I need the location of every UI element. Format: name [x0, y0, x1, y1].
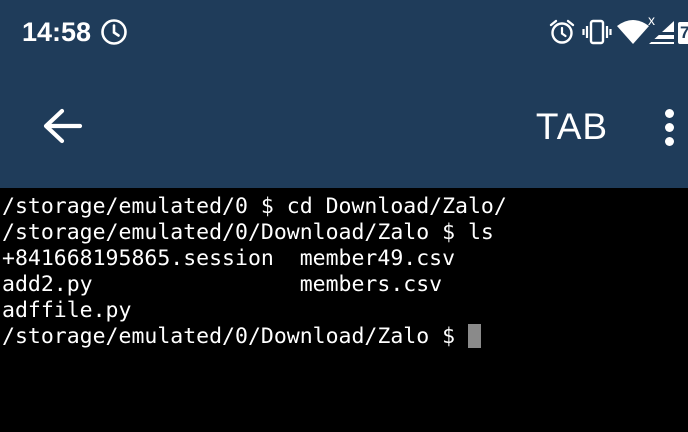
overflow-dot	[665, 123, 674, 132]
signal-label: x	[648, 12, 655, 28]
tab-button[interactable]: TAB	[520, 102, 624, 152]
terminal-prompt-line[interactable]: /storage/emulated/0/Download/Zalo $	[0, 324, 688, 350]
overflow-dot	[665, 109, 674, 118]
vibrate-icon	[582, 19, 612, 45]
terminal-cursor	[468, 324, 481, 348]
status-time: 14:58	[22, 17, 92, 47]
terminal-line: adffile.py	[2, 298, 132, 323]
terminal-line: add2.py members.csv	[2, 272, 443, 297]
status-icons: x 7	[544, 12, 688, 48]
terminal-output[interactable]: /storage/emulated/0 $ cd Download/Zalo/ …	[0, 188, 688, 432]
overflow-dot	[665, 137, 674, 146]
arrow-left-icon[interactable]	[40, 106, 84, 146]
alarm-icon	[549, 19, 575, 44]
screen: 14:58 x 7 TAB /storage/emulated/0 $ cd D…	[0, 0, 688, 432]
more-vertical-icon[interactable]	[656, 102, 684, 152]
clock-icon	[101, 19, 127, 45]
terminal-line: +841668195865.session member49.csv	[2, 246, 456, 271]
battery-icon: 7	[678, 22, 688, 44]
status-bar: 14:58 x 7	[0, 0, 688, 64]
terminal-line: /storage/emulated/0/Download/Zalo $ ls	[2, 220, 494, 245]
wifi-icon	[617, 20, 649, 44]
terminal-prompt: /storage/emulated/0/Download/Zalo $	[2, 324, 468, 349]
battery-level: 7	[680, 23, 688, 42]
terminal-line: /storage/emulated/0 $ cd Download/Zalo/	[2, 194, 507, 219]
app-bar: TAB	[0, 64, 688, 188]
